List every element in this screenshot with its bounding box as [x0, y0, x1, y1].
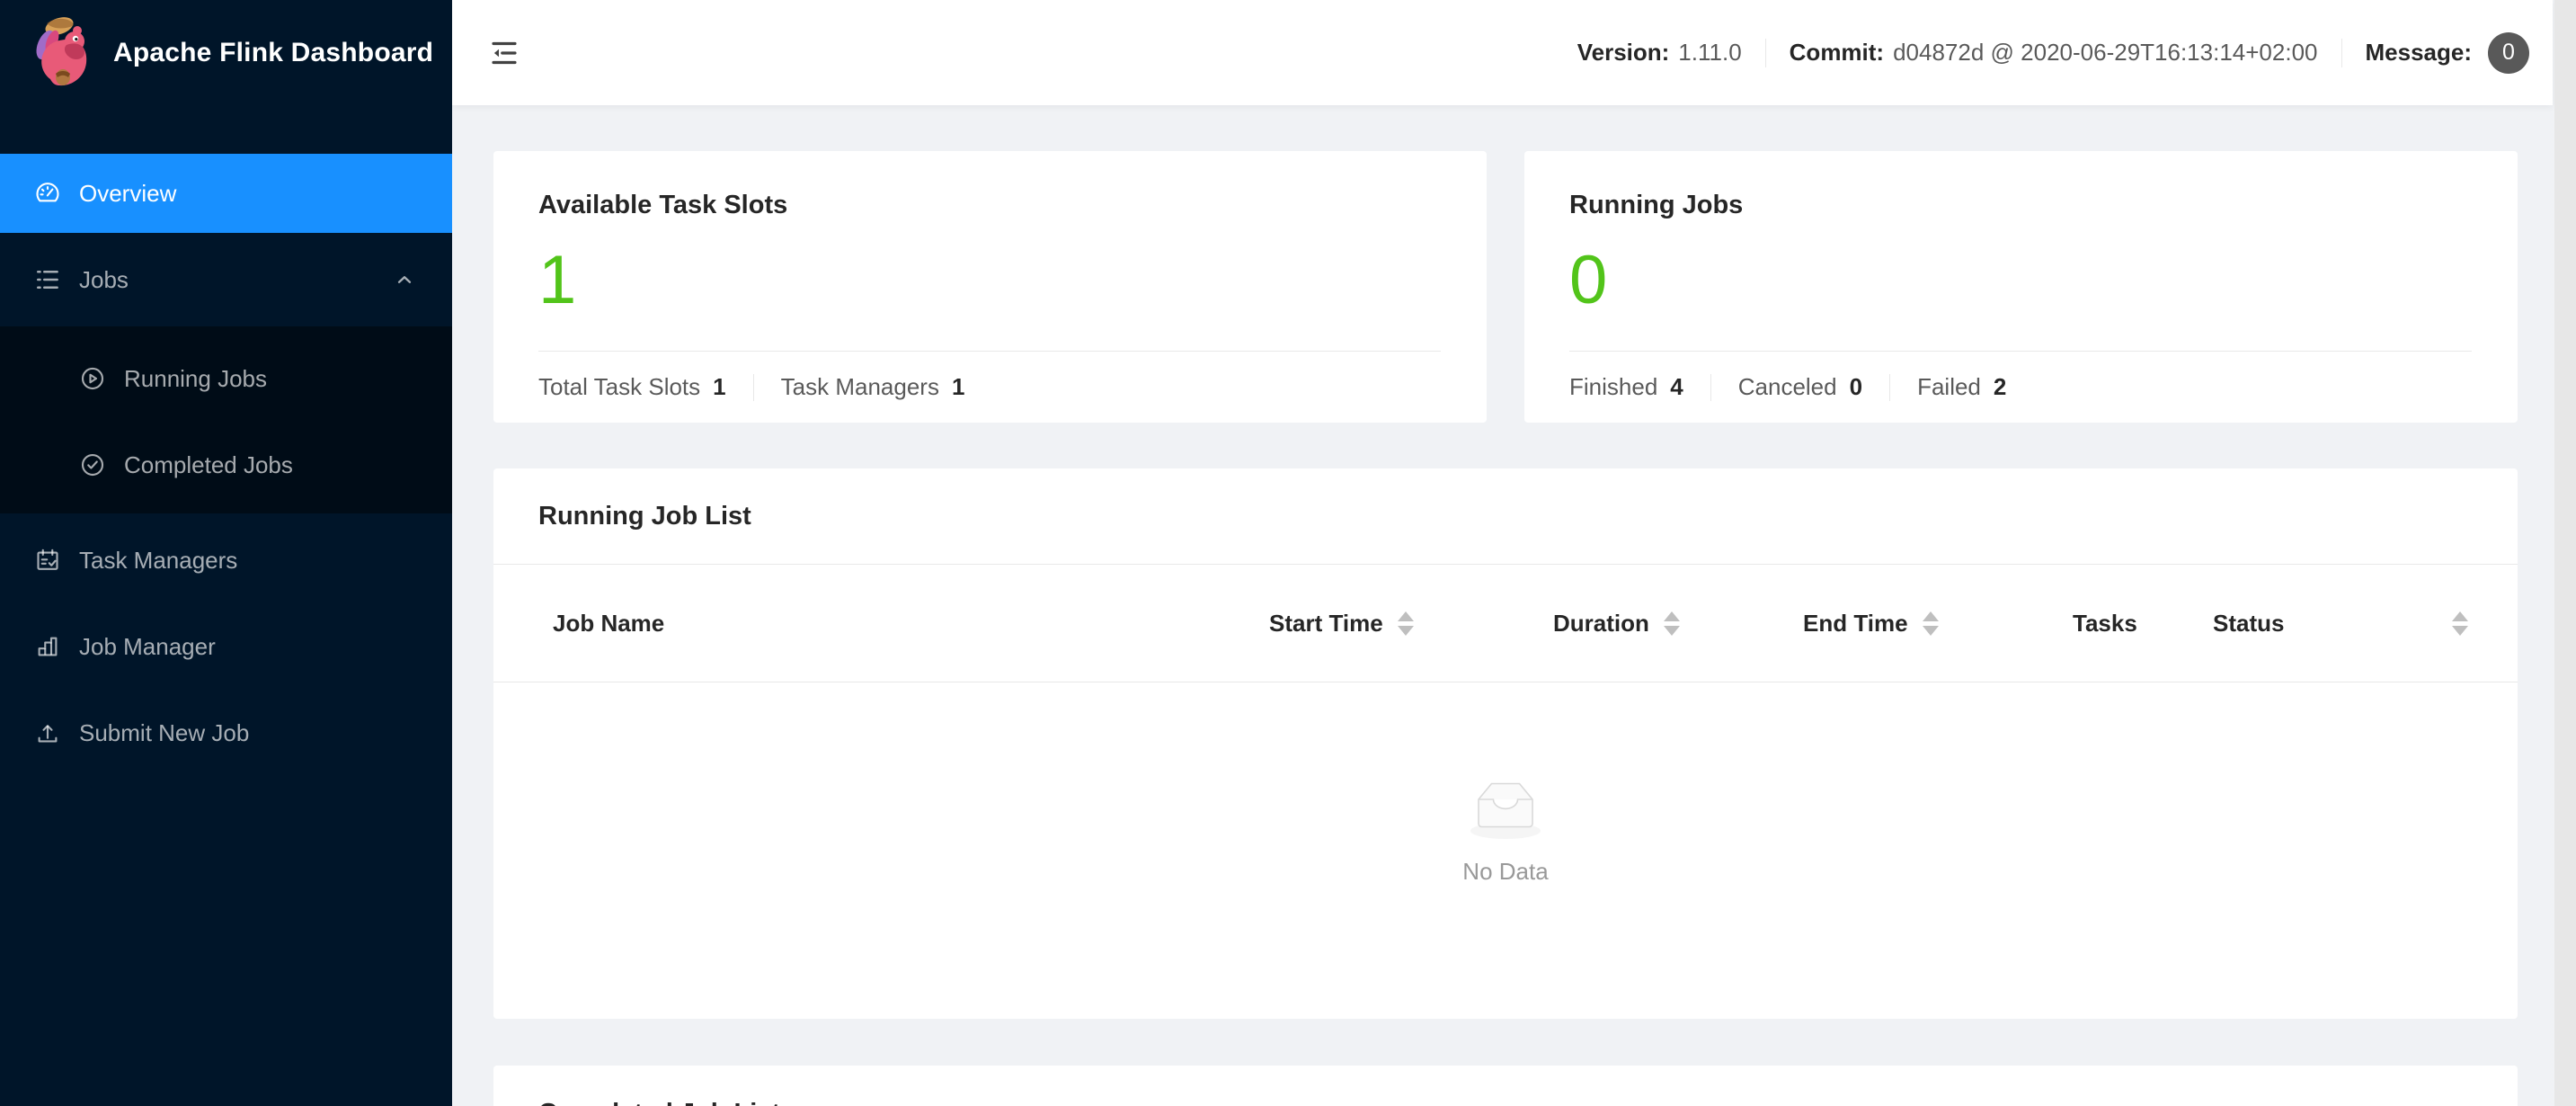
sort-icon[interactable]	[1922, 611, 1939, 636]
card-title: Available Task Slots	[538, 191, 788, 219]
stat-value: 1	[951, 373, 965, 400]
sidebar-item-submit-new-job[interactable]: Submit New Job	[0, 693, 452, 772]
sort-icon[interactable]	[1663, 611, 1680, 636]
divider	[1569, 351, 2472, 352]
available-task-slots-value: 1	[538, 242, 577, 318]
divider	[538, 351, 1441, 352]
divider	[2341, 38, 2342, 67]
divider	[1710, 373, 1711, 401]
stat-value: 1	[713, 373, 726, 400]
card-footer: Finished 4 Canceled 0 Failed 2	[1569, 373, 2006, 401]
commit-value: d04872d @ 2020-06-29T16:13:14+02:00	[1893, 39, 2318, 66]
column-header-duration[interactable]: Duration	[1553, 610, 1803, 638]
column-label: Status	[2213, 609, 2285, 637]
sidebar-item-overview[interactable]: Overview	[0, 154, 452, 233]
completed-job-list-card: Completed Job List	[493, 1066, 2518, 1106]
sidebar: Apache Flink Dashboard Overview Jobs Run…	[0, 0, 452, 1106]
divider	[752, 373, 754, 401]
stat-label: Canceled	[1737, 373, 1837, 400]
empty-text: No Data	[1462, 858, 1549, 885]
running-job-list-card: Running Job List Job Name Start Time Dur…	[493, 468, 2518, 1019]
sidebar-item-completed-jobs[interactable]: Completed Jobs	[0, 425, 452, 504]
sidebar-item-label: Overview	[79, 179, 177, 207]
column-header-start-time[interactable]: Start Time	[1269, 610, 1553, 638]
column-header-tasks: Tasks	[2073, 610, 2213, 638]
sidebar-item-label: Running Jobs	[124, 364, 267, 392]
running-job-list-title: Running Job List	[493, 468, 2518, 565]
column-label: Start Time	[1269, 609, 1383, 637]
sidebar-item-label: Completed Jobs	[124, 450, 293, 478]
table-header-row: Job Name Start Time Duration End Time Ta…	[493, 565, 2518, 682]
dashboard-icon	[36, 183, 59, 202]
app-title: Apache Flink Dashboard	[113, 37, 434, 67]
sidebar-item-label: Job Manager	[79, 632, 216, 660]
unordered-list-icon	[37, 271, 58, 289]
page-scrollbar[interactable]	[2554, 0, 2576, 1106]
running-jobs-card: Running Jobs 0 Finished 4 Canceled 0 Fai…	[1524, 151, 2518, 423]
sort-icon[interactable]	[2452, 611, 2468, 636]
play-circle-icon	[81, 367, 104, 390]
top-header: Version: 1.11.0 Commit: d04872d @ 2020-0…	[452, 0, 2553, 105]
version-label: Version:	[1577, 39, 1670, 66]
build-info: Version: 1.11.0 Commit: d04872d @ 2020-0…	[1577, 31, 2529, 74]
column-label: End Time	[1803, 609, 1908, 637]
commit-label: Commit:	[1789, 39, 1885, 66]
stat-value: 2	[1993, 373, 2007, 400]
card-footer: Total Task Slots 1 Task Managers 1	[538, 373, 964, 401]
card-title: Running Jobs	[1569, 191, 1744, 219]
schedule-icon	[37, 549, 58, 570]
column-label: Tasks	[2073, 609, 2137, 637]
sidebar-item-jobs[interactable]: Jobs	[0, 240, 452, 319]
divider	[1764, 38, 1766, 67]
sidebar-item-task-managers[interactable]: Task Managers	[0, 521, 452, 600]
chevron-up-icon	[397, 276, 412, 283]
running-jobs-value: 0	[1569, 242, 1608, 318]
sidebar-item-running-jobs[interactable]: Running Jobs	[0, 339, 452, 418]
available-task-slots-card: Available Task Slots 1 Total Task Slots …	[493, 151, 1487, 423]
divider	[1889, 373, 1891, 401]
column-header-job-name: Job Name	[553, 610, 1269, 638]
build-icon	[38, 637, 58, 656]
empty-inbox-icon	[1470, 782, 1541, 839]
stat-cards-row: Available Task Slots 1 Total Task Slots …	[493, 151, 2553, 423]
column-header-end-time[interactable]: End Time	[1803, 610, 2073, 638]
version-value: 1.11.0	[1678, 39, 1742, 66]
column-header-status[interactable]: Status	[2213, 610, 2518, 638]
stat-label: Finished	[1569, 373, 1658, 400]
flink-squirrel-logo-icon	[36, 16, 87, 85]
stat-label: Task Managers	[780, 373, 939, 400]
sidebar-menu: Overview Jobs Running Jobs Completed Job…	[0, 105, 452, 772]
column-label: Job Name	[553, 609, 665, 637]
stat-value: 0	[1849, 373, 1863, 400]
message-label: Message:	[2365, 39, 2473, 66]
stat-value: 4	[1670, 373, 1683, 400]
empty-state: No Data	[493, 682, 2518, 1024]
stat-label: Total Task Slots	[538, 373, 701, 400]
sidebar-item-label: Jobs	[79, 265, 129, 293]
sidebar-item-label: Submit New Job	[79, 718, 250, 746]
main-content: Available Task Slots 1 Total Task Slots …	[452, 105, 2553, 1106]
stat-label: Failed	[1917, 373, 1981, 400]
sidebar-item-label: Task Managers	[79, 546, 238, 574]
check-circle-icon	[81, 453, 104, 477]
sort-icon[interactable]	[1397, 611, 1414, 636]
app-logo: Apache Flink Dashboard	[0, 0, 452, 105]
column-label: Duration	[1553, 609, 1649, 637]
sidebar-item-job-manager[interactable]: Job Manager	[0, 607, 452, 686]
jobs-submenu: Running Jobs Completed Jobs	[0, 326, 452, 513]
message-count-badge[interactable]: 0	[2488, 31, 2529, 74]
menu-fold-icon[interactable]	[488, 37, 520, 69]
upload-icon	[38, 725, 58, 743]
completed-job-list-title: Completed Job List	[493, 1066, 2518, 1106]
